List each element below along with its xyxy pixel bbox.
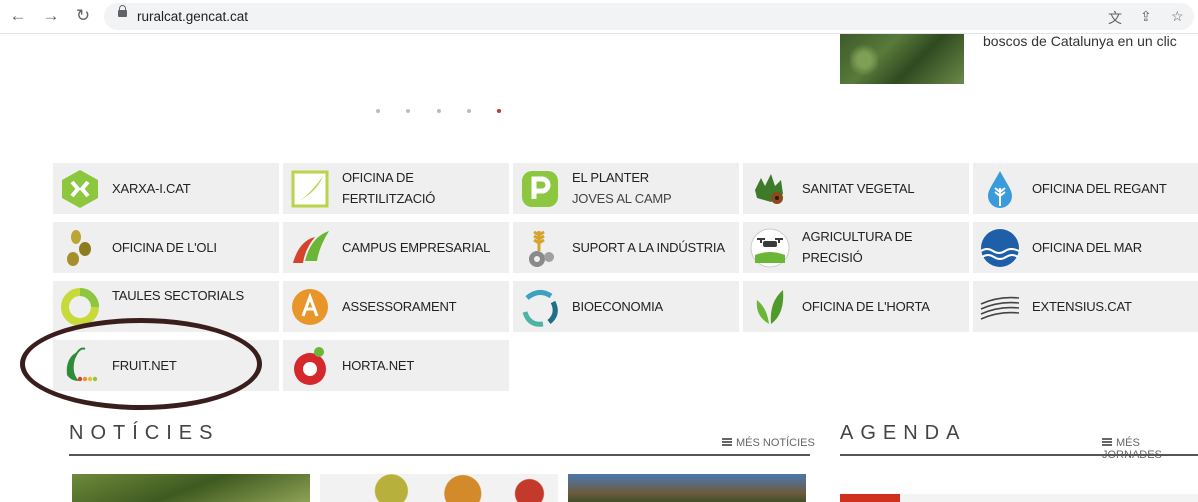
share-icon[interactable]: ⇪ bbox=[1140, 8, 1152, 25]
planter-p-icon bbox=[522, 171, 558, 207]
more-news-label: MÉS NOTÍCIES bbox=[736, 437, 815, 449]
tile-taules-sectorials[interactable]: TAULES SECTORIALS bbox=[53, 281, 279, 332]
agenda-divider bbox=[840, 454, 1198, 456]
reload-icon[interactable]: ↻ bbox=[73, 6, 93, 26]
tile-suport-industria[interactable]: SUPORT A LA INDÚSTRIA bbox=[513, 222, 739, 273]
forward-arrow-icon[interactable]: → bbox=[41, 6, 61, 26]
agenda-item[interactable] bbox=[900, 494, 1198, 502]
tile-label-line2: PRECISIÓ bbox=[802, 250, 863, 265]
tile-agricultura-precisio[interactable]: AGRICULTURA DE PRECISIÓ bbox=[743, 222, 969, 273]
sea-waves-icon bbox=[980, 229, 1020, 267]
tile-label-line2: JOVES AL CAMP bbox=[572, 191, 672, 206]
more-events-link[interactable]: MÉS JORNADES bbox=[1102, 437, 1198, 461]
plant-health-leaf-icon bbox=[755, 174, 783, 204]
tile-label: BIOECONOMIA bbox=[572, 299, 663, 314]
news-section-title: NOTÍCIES bbox=[69, 422, 220, 444]
tile-assessorament[interactable]: ASSESSORAMENT bbox=[283, 281, 509, 332]
olive-drops-icon bbox=[67, 230, 91, 266]
tile-label: FRUIT.NET bbox=[112, 358, 177, 373]
list-icon bbox=[722, 438, 732, 446]
tile-label-line1: AGRICULTURA DE bbox=[802, 229, 913, 244]
tile-el-planter[interactable]: EL PLANTER JOVES AL CAMP bbox=[513, 163, 739, 214]
xarxa-hexagon-icon bbox=[62, 170, 98, 208]
tile-label-line1: OFICINA DE bbox=[342, 170, 414, 185]
translate-icon[interactable]: 文 bbox=[1108, 8, 1122, 28]
tile-label-line1: TAULES SECTORIALS bbox=[112, 288, 244, 303]
tile-label: OFICINA DE L'HORTA bbox=[802, 299, 930, 314]
tomato-icon bbox=[294, 347, 326, 385]
carousel-dot-active[interactable] bbox=[497, 109, 501, 113]
drone-icon bbox=[750, 228, 790, 268]
tile-sanitat-vegetal[interactable]: SANITAT VEGETAL bbox=[743, 163, 969, 214]
wheat-gear-icon bbox=[529, 230, 554, 267]
address-bar[interactable]: ruralcat.gencat.cat 文 ⇪ ☆ bbox=[104, 3, 1194, 30]
tile-label: OFICINA DEL REGANT bbox=[1032, 181, 1167, 196]
tile-label: OFICINA DE L'OLI bbox=[112, 240, 217, 255]
tile-label: SANITAT VEGETAL bbox=[802, 181, 915, 196]
lock-icon[interactable] bbox=[118, 5, 127, 17]
url-text[interactable]: ruralcat.gencat.cat bbox=[137, 9, 248, 24]
tile-oficina-regant[interactable]: OFICINA DEL REGANT bbox=[973, 163, 1198, 214]
bookmark-star-icon[interactable]: ☆ bbox=[1171, 8, 1184, 25]
tile-campus-empresarial[interactable]: CAMPUS EMPRESARIAL bbox=[283, 222, 509, 273]
back-arrow-icon[interactable]: ← bbox=[8, 6, 28, 26]
tile-oficina-horta[interactable]: OFICINA DE L'HORTA bbox=[743, 281, 969, 332]
tile-label: EXTENSIUS.CAT bbox=[1032, 299, 1132, 314]
advisory-a-icon bbox=[292, 289, 328, 325]
news-divider bbox=[69, 454, 810, 456]
agenda-date-block[interactable] bbox=[840, 494, 900, 502]
more-news-link[interactable]: MÉS NOTÍCIES bbox=[722, 437, 815, 449]
extensive-lines-icon bbox=[980, 296, 1020, 320]
fertilizer-leaf-icon bbox=[291, 170, 329, 208]
tile-bioeconomia[interactable]: BIOECONOMIA bbox=[513, 281, 739, 332]
tile-extensius-cat[interactable]: EXTENSIUS.CAT bbox=[973, 281, 1198, 332]
agenda-section-title: AGENDA bbox=[840, 422, 967, 444]
carousel-dot[interactable] bbox=[406, 109, 410, 113]
tile-oficina-oli[interactable]: OFICINA DE L'OLI bbox=[53, 222, 279, 273]
water-drop-icon bbox=[988, 171, 1012, 208]
tile-label: CAMPUS EMPRESARIAL bbox=[342, 240, 491, 255]
list-icon bbox=[1102, 438, 1112, 446]
bioeconomy-swirl-icon bbox=[522, 290, 558, 327]
tile-label: SUPORT A LA INDÚSTRIA bbox=[572, 240, 725, 255]
carousel-dot[interactable] bbox=[437, 109, 441, 113]
carousel-dot[interactable] bbox=[467, 109, 471, 113]
hero-thumbnail-forest[interactable] bbox=[840, 34, 964, 84]
tile-label: ASSESSORAMENT bbox=[342, 299, 457, 314]
tile-label: HORTA.NET bbox=[342, 358, 415, 373]
browser-toolbar: ← → ↻ ruralcat.gencat.cat 文 ⇪ ☆ bbox=[0, 0, 1198, 34]
tile-label: OFICINA DEL MAR bbox=[1032, 240, 1142, 255]
tile-label: XARXA-I.CAT bbox=[112, 181, 191, 196]
tile-label-line1: EL PLANTER bbox=[572, 170, 649, 185]
news-thumbnail[interactable] bbox=[568, 474, 806, 502]
garden-leaves-icon bbox=[756, 290, 784, 324]
tile-label-line2: FERTILITZACIÓ bbox=[342, 191, 436, 206]
news-thumbnail[interactable] bbox=[72, 474, 310, 502]
news-thumbnail[interactable] bbox=[320, 474, 558, 502]
hero-caption[interactable]: boscos de Catalunya en un clic bbox=[983, 33, 1177, 49]
fruit-net-logo-icon bbox=[66, 347, 98, 382]
tile-horta-net[interactable]: HORTA.NET bbox=[283, 340, 509, 391]
sectorial-ring-icon bbox=[61, 288, 99, 326]
tile-oficina-fertilitzacio[interactable]: OFICINA DE FERTILITZACIÓ bbox=[283, 163, 509, 214]
tile-oficina-mar[interactable]: OFICINA DEL MAR bbox=[973, 222, 1198, 273]
tile-fruit-net[interactable]: FRUIT.NET bbox=[53, 340, 279, 391]
campus-leaves-icon bbox=[293, 231, 329, 263]
carousel-dot[interactable] bbox=[376, 109, 380, 113]
tile-xarxa-i-cat[interactable]: XARXA-I.CAT bbox=[53, 163, 279, 214]
